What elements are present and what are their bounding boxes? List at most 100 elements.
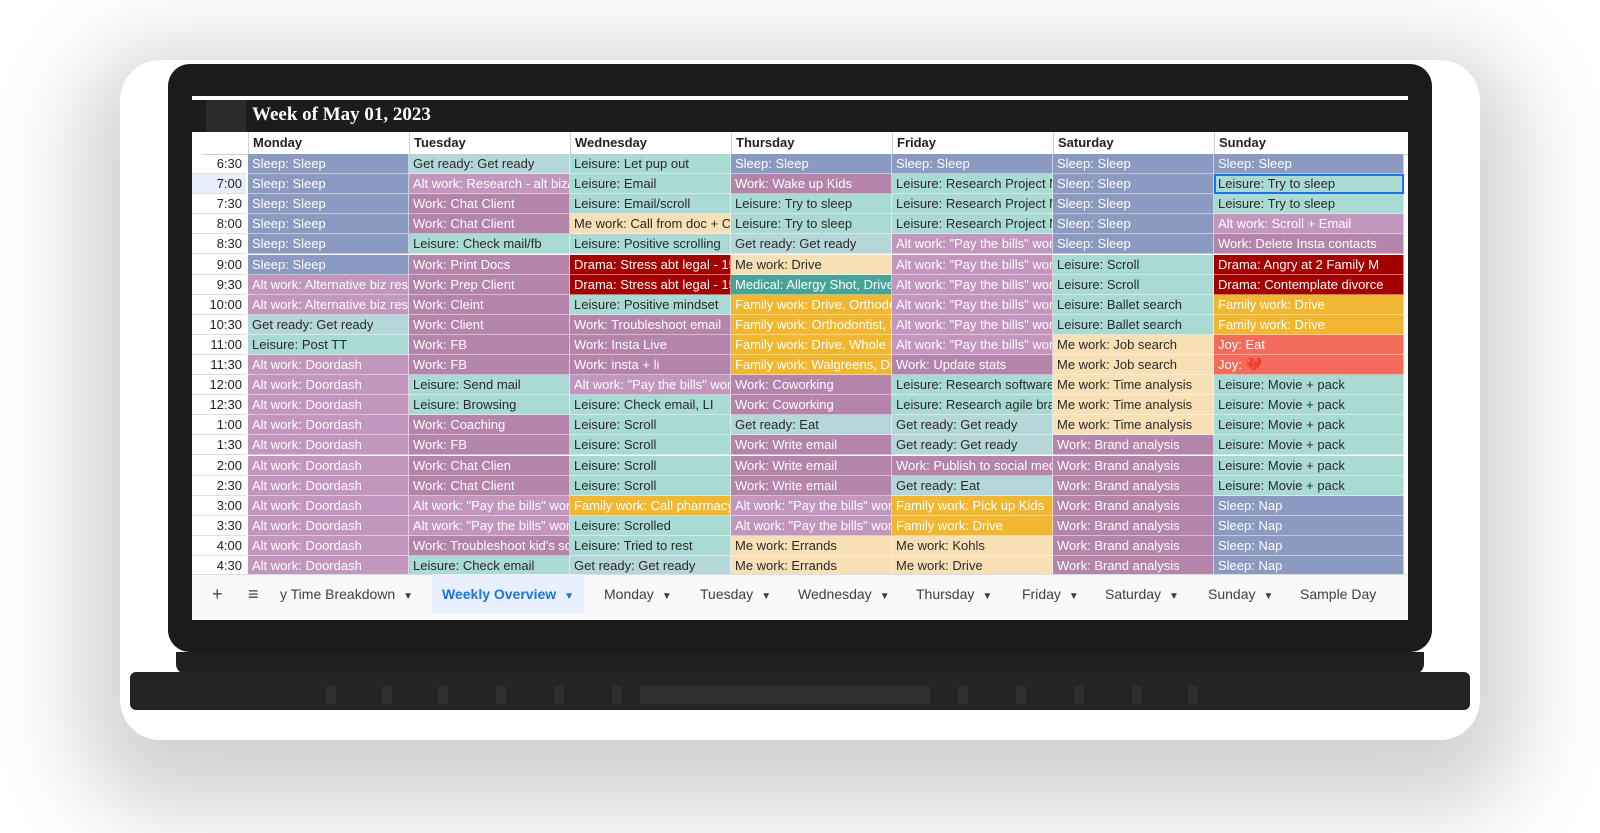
schedule-cell[interactable]: Work: FB	[409, 334, 570, 355]
schedule-cell[interactable]: Work: Cleint	[409, 294, 570, 315]
schedule-cell[interactable]: Sleep: Sleep	[248, 254, 409, 275]
schedule-cell[interactable]: Alt work: "Pay the bills" work	[892, 254, 1053, 275]
schedule-cell[interactable]: Me work: Time analysis	[1053, 415, 1214, 436]
schedule-cell[interactable]: Me work: Job search	[1053, 355, 1214, 375]
schedule-cell[interactable]: Me work: Kohls	[892, 535, 1053, 556]
all-sheets-menu-icon[interactable]: ≡	[248, 574, 259, 614]
sheet-tab-friday[interactable]: Friday ▼	[1022, 574, 1079, 614]
sheet-tab-tuesday[interactable]: Tuesday ▼	[700, 574, 771, 614]
time-label[interactable]: 2:00	[192, 456, 246, 476]
schedule-cell[interactable]: Sleep: Sleep	[248, 214, 409, 235]
schedule-cell[interactable]: Alt work: Doordash	[248, 495, 409, 516]
schedule-cell[interactable]: Work: Insta Live	[570, 334, 731, 355]
schedule-cell[interactable]: Sleep: Sleep	[1214, 154, 1404, 174]
chevron-down-icon[interactable]: ▼	[761, 591, 771, 602]
schedule-cell[interactable]: Sleep: Nap	[1214, 556, 1404, 576]
schedule-cell[interactable]: Leisure: Try to sleep	[731, 214, 892, 235]
time-label[interactable]: 6:30	[192, 154, 246, 174]
schedule-cell[interactable]: Sleep: Sleep	[248, 194, 409, 215]
day-header-friday[interactable]: Friday	[892, 132, 1053, 154]
schedule-cell[interactable]: Work: Write email	[731, 475, 892, 496]
schedule-cell[interactable]: Family work: Call pharmacy	[570, 495, 731, 516]
schedule-cell[interactable]: Me work: Call from doc + Ca	[570, 214, 731, 235]
time-label[interactable]: 11:30	[192, 355, 246, 375]
sheet-tab-wednesday[interactable]: Wednesday ▼	[798, 574, 890, 614]
time-label[interactable]: 2:30	[192, 476, 246, 496]
time-label[interactable]: 10:00	[192, 295, 246, 315]
schedule-cell[interactable]: Get ready: Get ready	[409, 154, 570, 174]
time-label[interactable]: 11:00	[192, 335, 246, 355]
schedule-cell[interactable]: Alt work: Doordash	[248, 355, 409, 375]
schedule-cell[interactable]: Leisure: Scroll	[570, 475, 731, 496]
time-label[interactable]: 9:30	[192, 275, 246, 295]
add-sheet-icon[interactable]: +	[212, 574, 223, 614]
chevron-down-icon[interactable]: ▼	[403, 591, 413, 602]
schedule-cell[interactable]: Drama: Stress abt legal - 15	[570, 254, 731, 275]
schedule-cell[interactable]: Work: Chat Client	[409, 475, 570, 496]
schedule-cell[interactable]: Work: Brand analysis	[1053, 495, 1214, 516]
schedule-cell[interactable]: Work: Wake up Kids	[731, 174, 892, 195]
schedule-cell[interactable]: Sleep: Sleep	[248, 234, 409, 255]
schedule-cell[interactable]: Alt work: "Pay the bills" work	[892, 234, 1053, 255]
schedule-cell[interactable]: Leisure: Research Project M	[892, 214, 1053, 235]
schedule-cell[interactable]: Sleep: Nap	[1214, 535, 1404, 556]
time-label[interactable]: 12:00	[192, 375, 246, 396]
sheet-tab-thursday[interactable]: Thursday ▼	[916, 574, 992, 614]
schedule-cell[interactable]: Me work: Time analysis	[1053, 375, 1214, 396]
sheet-tab-weekly-overview[interactable]: Weekly Overview ▼	[432, 574, 585, 614]
schedule-cell[interactable]: Leisure: Post TT	[248, 334, 409, 355]
schedule-cell[interactable]: Alt work: Doordash	[248, 556, 409, 576]
schedule-cell[interactable]: Sleep: Sleep	[1053, 174, 1214, 195]
schedule-cell[interactable]: Get ready: Eat	[731, 415, 892, 436]
time-label[interactable]: 10:30	[192, 315, 246, 335]
schedule-cell[interactable]: Drama: Angry at 2 Family M	[1214, 254, 1404, 275]
schedule-cell[interactable]: Leisure: Movie + pack	[1214, 455, 1404, 476]
day-header-saturday[interactable]: Saturday	[1053, 132, 1214, 154]
schedule-cell[interactable]: Get ready: Get ready	[892, 435, 1053, 456]
time-label[interactable]: 4:30	[192, 556, 246, 576]
schedule-cell[interactable]: Work: Brand analysis	[1053, 556, 1214, 576]
schedule-cell[interactable]: Work: Troubleshoot kid's sc	[409, 535, 570, 556]
schedule-cell[interactable]: Sleep: Nap	[1214, 495, 1404, 516]
chevron-down-icon[interactable]: ▼	[1069, 591, 1079, 602]
schedule-cell[interactable]: Alt work: Research - alt biz/	[409, 174, 570, 195]
schedule-cell[interactable]: Alt work: "Pay the bills" work	[409, 495, 570, 516]
schedule-cell[interactable]: Me work: Job search	[1053, 334, 1214, 355]
sheet-tab-sunday[interactable]: Sunday ▼	[1208, 574, 1273, 614]
schedule-cell[interactable]: Medical: Allergy Shot, Drive	[731, 274, 892, 295]
schedule-cell[interactable]: Work: Delete Insta contacts	[1214, 234, 1404, 255]
schedule-cell[interactable]: Leisure: Positive scrolling	[570, 234, 731, 255]
schedule-cell[interactable]: Alt work: "Pay the bills" work	[892, 314, 1053, 335]
schedule-cell[interactable]: Sleep: Sleep	[248, 154, 409, 174]
day-header-wednesday[interactable]: Wednesday	[570, 132, 731, 154]
time-label[interactable]: 3:30	[192, 516, 246, 536]
schedule-cell[interactable]: Leisure: Try to sleep	[1214, 194, 1404, 215]
schedule-cell[interactable]: Leisure: Scroll	[570, 455, 731, 476]
sheet-tab-sample-day[interactable]: Sample Day	[1300, 574, 1376, 614]
schedule-cell[interactable]: Leisure: Research agile bra	[892, 395, 1053, 416]
schedule-cell[interactable]: Work: Chat Clien	[409, 455, 570, 476]
schedule-cell[interactable]: Alt work: "Pay the bills" work	[892, 294, 1053, 315]
schedule-cell[interactable]: Work: Write email	[731, 455, 892, 476]
schedule-cell[interactable]: Leisure: Ballet search	[1053, 314, 1214, 335]
schedule-cell[interactable]: Alt work: Alternative biz res	[248, 274, 409, 295]
schedule-cell[interactable]: Get ready: Eat	[892, 475, 1053, 496]
schedule-cell[interactable]: Me work: Drive	[892, 556, 1053, 576]
schedule-cell[interactable]: Sleep: Sleep	[1053, 154, 1214, 174]
schedule-cell[interactable]: Leisure: Tried to rest	[570, 535, 731, 556]
schedule-cell[interactable]: Joy: Eat	[1214, 334, 1404, 355]
schedule-cell[interactable]: Leisure: Email	[570, 174, 731, 195]
schedule-cell[interactable]: Leisure: Movie + pack	[1214, 435, 1404, 456]
schedule-cell[interactable]: Leisure: Ballet search	[1053, 294, 1214, 315]
schedule-cell[interactable]: Alt work: Scroll + Email	[1214, 214, 1404, 235]
schedule-cell[interactable]: Work: Coaching	[409, 415, 570, 436]
schedule-cell[interactable]: Work: Publish to social med	[892, 455, 1053, 476]
schedule-cell[interactable]: Leisure: Research software	[892, 375, 1053, 396]
schedule-cell[interactable]: Me work: Drive	[731, 254, 892, 275]
schedule-cell[interactable]: Alt work: Alternative biz res	[248, 294, 409, 315]
schedule-cell[interactable]: Work: Client	[409, 314, 570, 335]
chevron-down-icon[interactable]: ▼	[880, 591, 890, 602]
schedule-cell[interactable]: Get ready: Get ready	[892, 415, 1053, 436]
schedule-cell[interactable]: Leisure: Scroll	[570, 435, 731, 456]
schedule-cell[interactable]: Alt work: "Pay the bills" work	[570, 375, 731, 396]
